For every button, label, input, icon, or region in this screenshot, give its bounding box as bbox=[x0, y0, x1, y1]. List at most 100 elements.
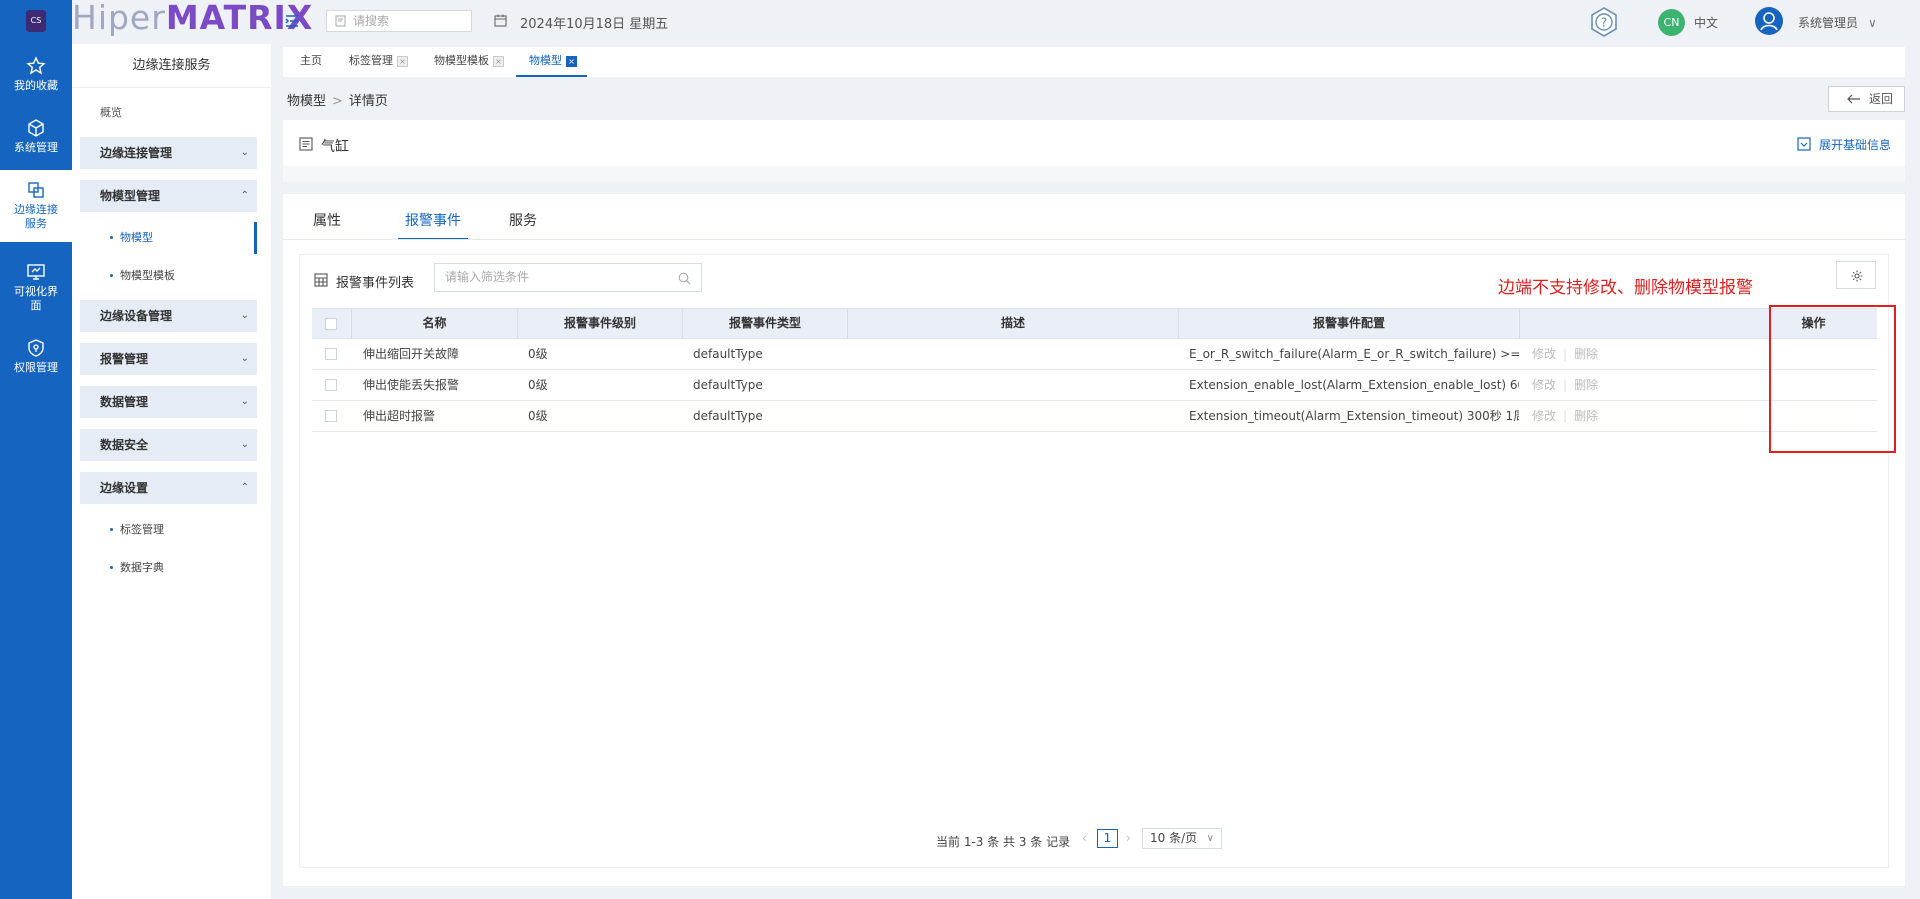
filter-input[interactable]: 请输入筛选条件 bbox=[434, 263, 702, 292]
subnav-group-edge-settings[interactable]: 边缘设置 ⌃ bbox=[80, 472, 257, 504]
page-size-select[interactable]: 10 条/页 ∨ bbox=[1142, 828, 1222, 849]
row-checkbox[interactable] bbox=[325, 348, 337, 360]
menu-collapse-icon[interactable] bbox=[285, 14, 299, 28]
current-date: 2024年10月18日 星期五 bbox=[520, 17, 669, 32]
table-row: 伸出使能丢失报警 0级 defaultType Extension_enable… bbox=[312, 370, 1877, 401]
subnav-group-edge-device[interactable]: 边缘设备管理 ⌄ bbox=[80, 300, 257, 332]
calendar-icon bbox=[494, 14, 507, 27]
language-label[interactable]: 中文 bbox=[1694, 14, 1718, 31]
close-icon[interactable]: × bbox=[493, 55, 504, 67]
table-row: 伸出超时报警 0级 defaultType Extension_timeout(… bbox=[312, 401, 1877, 432]
cell-actions: 修改 | 删除 bbox=[1532, 378, 1599, 392]
cell-level: 0级 bbox=[528, 347, 548, 361]
alarm-events-table: 名称 报警事件级别 报警事件类型 描述 报警事件配置 操作 伸出缩回开关故障 0… bbox=[312, 308, 1877, 432]
breadcrumb: 物模型 > 详情页 bbox=[287, 94, 388, 109]
edit-button[interactable]: 修改 bbox=[1532, 347, 1556, 361]
subnav-group-data-security[interactable]: 数据安全 ⌄ bbox=[80, 429, 257, 461]
edge-icon bbox=[28, 182, 44, 198]
left-rail: CS 我的收藏 系统管理 边缘连接 服务 可视化界 面 权限管理 bbox=[0, 0, 72, 899]
tabs-divider bbox=[283, 239, 1905, 240]
column-settings-button[interactable] bbox=[1836, 261, 1876, 289]
tab-alarm-events[interactable]: 报警事件 bbox=[398, 210, 468, 240]
rail-item-label: 我的收藏 bbox=[14, 79, 58, 92]
search-icon bbox=[678, 272, 691, 285]
language-badge[interactable]: CN bbox=[1658, 9, 1685, 36]
title-card-footer bbox=[283, 166, 1905, 182]
cell-name: 伸出使能丢失报警 bbox=[363, 378, 460, 392]
tab-tag-management[interactable]: 标签管理 × bbox=[349, 47, 408, 77]
cell-actions: 修改 | 删除 bbox=[1532, 347, 1599, 361]
edge-limitation-notice: 边端不支持修改、删除物模型报警 bbox=[1498, 278, 1753, 298]
detail-card: 属性 报警事件 服务 报警事件列表 请输入筛选条件 边端不支持修改、删除物模型报… bbox=[283, 194, 1905, 886]
prev-page-icon[interactable]: ‹ bbox=[1082, 831, 1087, 845]
close-icon[interactable]: × bbox=[566, 55, 577, 67]
chevron-up-icon: ⌃ bbox=[240, 190, 249, 201]
rail-item-label: 服务 bbox=[25, 217, 47, 230]
gear-icon bbox=[1851, 270, 1863, 282]
document-icon bbox=[299, 137, 313, 151]
rail-item-favorites[interactable]: 我的收藏 bbox=[0, 56, 72, 93]
subnav-group-edge-connection[interactable]: 边缘连接管理 ⌄ bbox=[80, 137, 257, 169]
subnav-group-model[interactable]: 物模型管理 ⌃ bbox=[80, 180, 257, 212]
page-tabs: 主页 标签管理 × 物模型模板 × 物模型 × bbox=[283, 47, 1905, 77]
app-logo-icon: CS bbox=[26, 10, 46, 32]
rail-item-permission[interactable]: 权限管理 bbox=[0, 338, 72, 375]
help-icon[interactable]: ? bbox=[1588, 6, 1620, 38]
sub-sidebar: 边缘连接服务 概览 边缘连接管理 ⌄ 物模型管理 ⌃ 物模型 物模型模板 边缘设备管… bbox=[72, 44, 271, 899]
column-level: 报警事件级别 bbox=[518, 309, 683, 338]
delete-button[interactable]: 删除 bbox=[1574, 347, 1598, 361]
chevron-down-icon: ⌄ bbox=[240, 310, 249, 321]
delete-button[interactable]: 删除 bbox=[1574, 378, 1598, 392]
select-all-cell bbox=[312, 309, 352, 338]
shield-icon bbox=[28, 339, 44, 357]
rail-item-visual[interactable]: 可视化界 面 bbox=[0, 262, 72, 313]
expand-basic-info-button[interactable]: 展开基础信息 bbox=[1797, 136, 1891, 153]
subnav-item-model[interactable]: 物模型 bbox=[80, 222, 257, 254]
next-page-icon[interactable]: › bbox=[1126, 831, 1131, 845]
star-icon bbox=[26, 56, 46, 75]
delete-button[interactable]: 删除 bbox=[1574, 409, 1598, 423]
breadcrumb-current: 详情页 bbox=[348, 94, 388, 109]
model-title: 气缸 bbox=[321, 139, 349, 155]
rail-item-system[interactable]: 系统管理 bbox=[0, 118, 72, 155]
tab-services[interactable]: 服务 bbox=[509, 210, 537, 240]
rail-item-edge-service[interactable]: 边缘连接 服务 bbox=[0, 170, 72, 242]
select-all-checkbox[interactable] bbox=[325, 318, 337, 330]
subnav-item-overview[interactable]: 概览 bbox=[100, 104, 122, 120]
rail-item-label: 面 bbox=[30, 299, 42, 312]
breadcrumb-root[interactable]: 物模型 bbox=[287, 94, 326, 109]
subnav-item-data-dictionary[interactable]: 数据字典 bbox=[80, 552, 257, 584]
cell-config: E_or_R_switch_failure(Alarm_E_or_R_switc… bbox=[1189, 347, 1519, 361]
tab-model[interactable]: 物模型 × bbox=[516, 47, 587, 77]
cube-icon bbox=[28, 119, 44, 137]
cell-level: 0级 bbox=[528, 409, 548, 423]
back-button[interactable]: 返回 bbox=[1828, 86, 1905, 112]
page-number-current[interactable]: 1 bbox=[1097, 829, 1118, 848]
subnav-group-data[interactable]: 数据管理 ⌄ bbox=[80, 386, 257, 418]
tab-attributes[interactable]: 属性 bbox=[313, 210, 341, 240]
row-checkbox[interactable] bbox=[325, 410, 337, 422]
row-checkbox[interactable] bbox=[325, 379, 337, 391]
chevron-down-icon: ∨ bbox=[1206, 833, 1214, 844]
global-search-input[interactable]: 请搜索 bbox=[326, 10, 472, 32]
subnav-group-alarm[interactable]: 报警管理 ⌄ bbox=[80, 343, 257, 375]
search-icon bbox=[335, 15, 346, 27]
edit-button[interactable]: 修改 bbox=[1532, 409, 1556, 423]
close-icon[interactable]: × bbox=[397, 55, 408, 67]
cell-description bbox=[858, 401, 1168, 431]
monitor-icon bbox=[27, 264, 45, 280]
list-title: 报警事件列表 bbox=[314, 272, 414, 291]
cell-type: defaultType bbox=[693, 378, 763, 392]
avatar[interactable] bbox=[1754, 6, 1784, 36]
subnav-item-model-template[interactable]: 物模型模板 bbox=[80, 260, 257, 292]
column-name: 名称 bbox=[352, 309, 518, 338]
tab-model-template[interactable]: 物模型模板 × bbox=[434, 47, 504, 77]
edit-button[interactable]: 修改 bbox=[1532, 378, 1556, 392]
column-config: 报警事件配置 bbox=[1179, 309, 1520, 338]
user-name[interactable]: 系统管理员 ∨ bbox=[1798, 14, 1877, 31]
subnav-item-tag-management[interactable]: 标签管理 bbox=[80, 514, 257, 546]
tab-home[interactable]: 主页 bbox=[300, 47, 322, 77]
arrow-left-icon bbox=[1847, 94, 1860, 104]
chevron-down-icon: ⌄ bbox=[240, 147, 249, 158]
chevron-down-icon: ∨ bbox=[1868, 16, 1877, 30]
